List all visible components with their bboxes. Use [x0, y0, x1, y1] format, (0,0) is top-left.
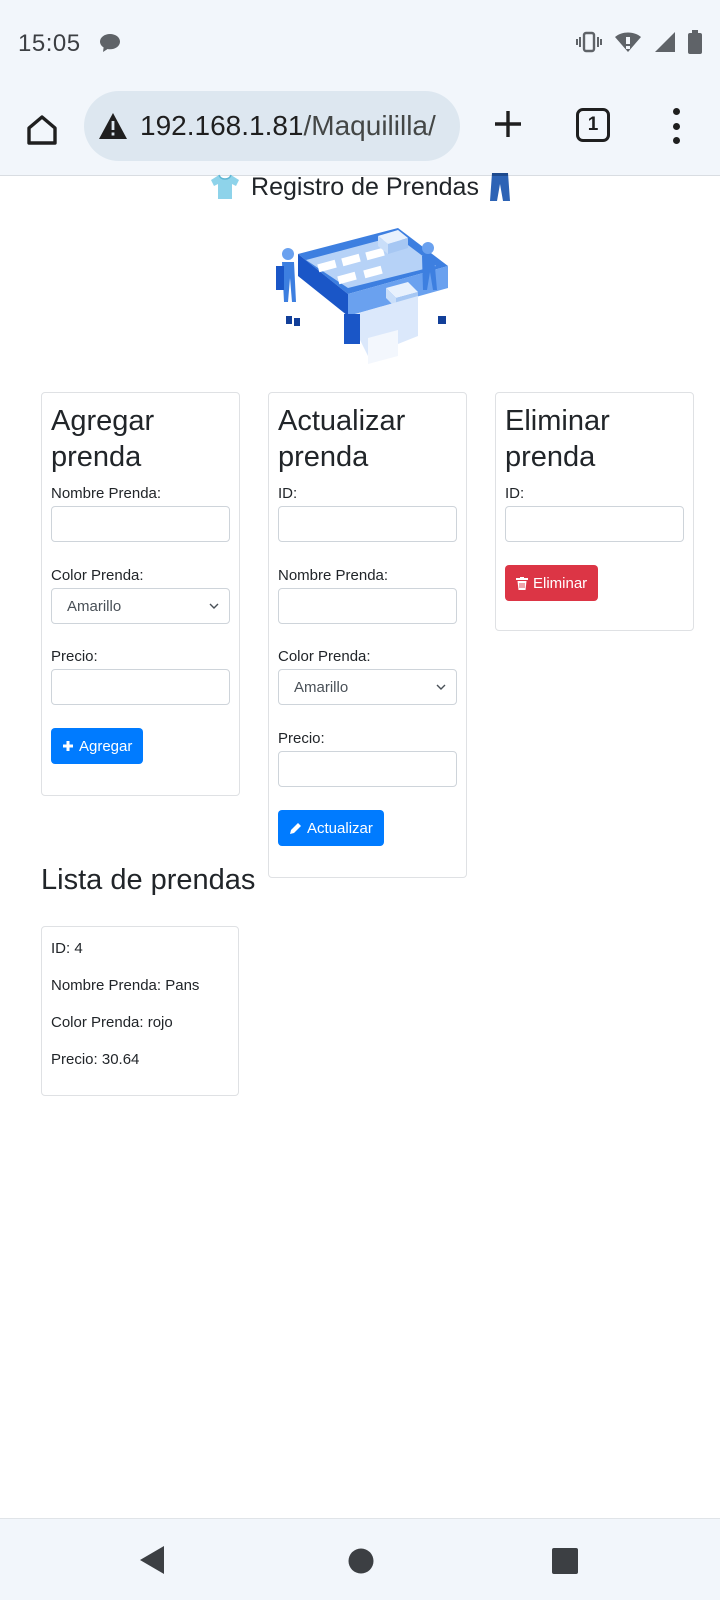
- tshirt-icon: [211, 174, 240, 199]
- chevron-down-icon: [436, 684, 446, 690]
- delete-id-label: ID:: [505, 485, 525, 502]
- add-color-select[interactable]: Amarillo: [51, 588, 230, 624]
- menu-dot: [672, 108, 680, 115]
- delete-id-input[interactable]: [505, 506, 684, 542]
- update-name-input[interactable]: [278, 588, 457, 624]
- add-name-label: Nombre Prenda:: [51, 485, 162, 502]
- factory-illustration: [276, 228, 448, 364]
- garment-color: Color Prenda: rojo: [51, 1014, 173, 1031]
- plus-icon: [63, 741, 73, 751]
- menu-dot: [672, 122, 680, 130]
- vibrate-icon: [576, 31, 602, 58]
- update-color-select[interactable]: Amarillo: [278, 669, 457, 705]
- add-price-label: Precio:: [51, 648, 98, 665]
- add-name-input[interactable]: [51, 506, 230, 542]
- warning-icon[interactable]: [98, 112, 128, 140]
- garment-list-title: Lista de prendas: [41, 864, 256, 896]
- add-price-input[interactable]: [51, 669, 230, 705]
- add-garment-heading: Agregar prenda: [51, 405, 155, 473]
- jeans-icon: [489, 173, 510, 201]
- recents-icon[interactable]: [552, 1548, 578, 1574]
- home-icon: [27, 115, 57, 145]
- back-icon[interactable]: [138, 1545, 166, 1575]
- delete-garment-heading: Eliminar prenda: [505, 405, 610, 473]
- home-circle-icon[interactable]: [348, 1548, 374, 1574]
- add-color-label: Color Prenda:: [51, 567, 144, 584]
- update-garment-card: Actualizar prenda ID: Nombre Prenda: Colo…: [268, 392, 467, 878]
- update-price-label: Precio:: [278, 730, 325, 747]
- browser-toolbar: 192.168.1.81/Maquililla/ 1: [0, 88, 720, 176]
- garment-price: Precio: 30.64: [51, 1051, 140, 1068]
- plus-icon: [495, 111, 521, 137]
- add-button-label: Agregar: [79, 737, 133, 755]
- tab-switcher-button[interactable]: 1: [576, 108, 610, 142]
- garment-id: ID: 4: [51, 940, 83, 957]
- add-button[interactable]: Agregar: [51, 728, 144, 764]
- garment-list-item: ID: 4 Nombre Prenda: Pans Color Prenda: …: [41, 926, 239, 1096]
- page-title-text: Registro de Prendas: [251, 172, 479, 201]
- url-path: /Maquililla/: [303, 110, 436, 141]
- delete-button-label: Eliminar: [533, 574, 588, 592]
- wifi-icon: [614, 31, 642, 58]
- navigation-bar: [0, 1518, 720, 1600]
- update-color-value: Amarillo: [294, 678, 349, 696]
- garment-name: Nombre Prenda: Pans: [51, 977, 200, 994]
- delete-button[interactable]: Eliminar: [505, 565, 599, 601]
- delete-garment-card: Eliminar prenda ID: Eliminar: [495, 392, 694, 631]
- update-color-label: Color Prenda:: [278, 648, 371, 665]
- status-bar: 15:05: [0, 0, 720, 88]
- update-button-label: Actualizar: [307, 819, 373, 837]
- page-title: Registro de Prendas: [0, 172, 720, 202]
- update-button[interactable]: Actualizar: [278, 810, 384, 846]
- message-notification-icon: [98, 32, 122, 59]
- battery-icon: [688, 30, 702, 59]
- menu-dot: [672, 137, 680, 144]
- chevron-down-icon: [209, 603, 219, 609]
- update-garment-heading: Actualizar prenda: [278, 405, 406, 473]
- update-name-label: Nombre Prenda:: [278, 567, 389, 584]
- address-bar[interactable]: 192.168.1.81/Maquililla/: [84, 91, 460, 161]
- status-time: 15:05: [18, 30, 81, 57]
- url-text[interactable]: 192.168.1.81/Maquililla/: [140, 110, 436, 142]
- home-button[interactable]: [22, 108, 62, 152]
- url-host: 192.168.1.81: [140, 110, 304, 141]
- new-tab-button[interactable]: [488, 102, 528, 146]
- overflow-menu-button[interactable]: [666, 106, 686, 146]
- signal-icon: [654, 31, 676, 58]
- trash-icon: [516, 576, 528, 590]
- update-id-label: ID:: [278, 485, 298, 502]
- add-garment-card: Agregar prenda Nombre Prenda: Color Prend…: [41, 392, 240, 796]
- update-price-input[interactable]: [278, 751, 457, 787]
- add-color-value: Amarillo: [67, 597, 122, 615]
- pencil-icon: [290, 822, 301, 834]
- update-id-input[interactable]: [278, 506, 457, 542]
